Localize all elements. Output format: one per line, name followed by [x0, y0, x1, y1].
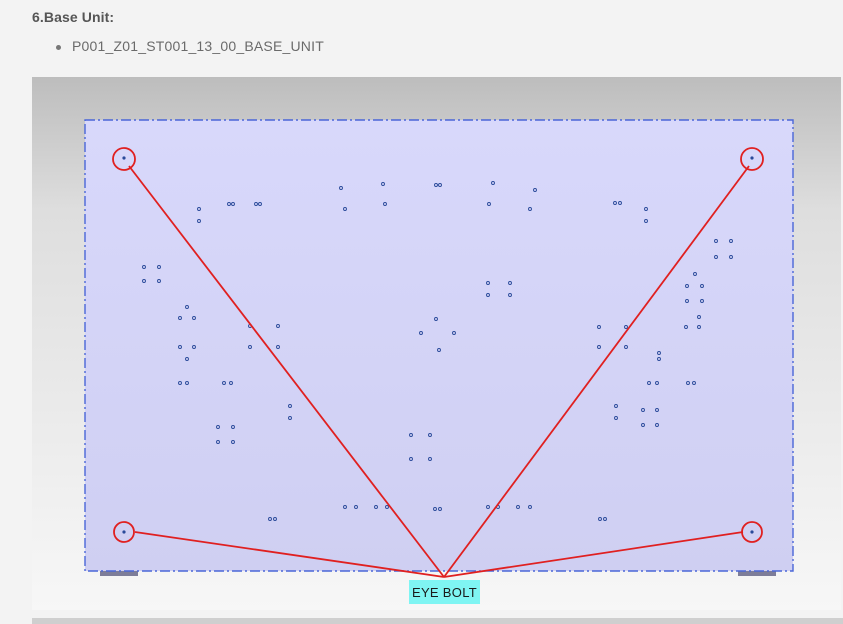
eye-bolt-dot: [750, 530, 754, 534]
bottom-divider: [32, 618, 843, 624]
eye-bolt-dot: [750, 156, 754, 160]
cad-drawing: [32, 77, 841, 610]
base-plate: [84, 119, 794, 572]
page: 6.Base Unit: P001_Z01_ST001_13_00_BASE_U…: [0, 0, 843, 624]
eye-bolt-dot: [122, 530, 126, 534]
section-heading: 6.Base Unit:: [32, 9, 115, 25]
component-list: P001_Z01_ST001_13_00_BASE_UNIT: [54, 38, 324, 54]
eye-bolt-dot: [122, 156, 126, 160]
cad-figure: EYE BOLT: [32, 77, 841, 610]
eye-bolt-callout-label: EYE BOLT: [409, 580, 480, 604]
list-item: P001_Z01_ST001_13_00_BASE_UNIT: [54, 38, 324, 54]
